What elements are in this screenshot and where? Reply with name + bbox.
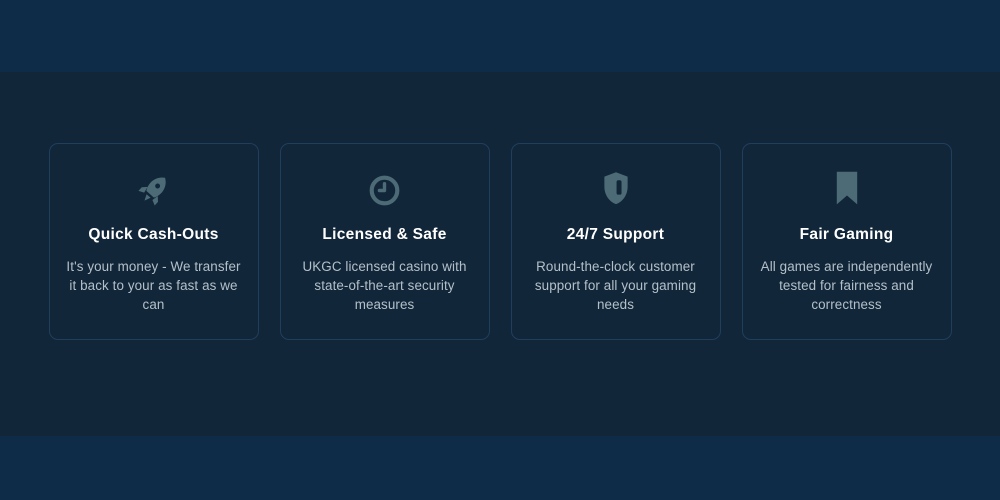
card-title: 24/7 Support bbox=[524, 226, 708, 244]
clock-icon bbox=[293, 170, 477, 210]
top-banner bbox=[0, 0, 1000, 72]
feature-card-quick-cash-outs: Quick Cash-Outs It's your money - We tra… bbox=[49, 143, 259, 340]
feature-card-fair-gaming: Fair Gaming All games are independently … bbox=[742, 143, 952, 340]
page: Quick Cash-Outs It's your money - We tra… bbox=[0, 0, 1000, 500]
bottom-banner bbox=[0, 436, 1000, 500]
feature-card-support: 24/7 Support Round-the-clock customer su… bbox=[511, 143, 721, 340]
shield-icon bbox=[524, 170, 708, 210]
features-section: Quick Cash-Outs It's your money - We tra… bbox=[0, 72, 1000, 436]
card-title: Licensed & Safe bbox=[293, 226, 477, 244]
card-description: Round-the-clock customer support for all… bbox=[524, 257, 708, 314]
rocket-icon bbox=[62, 170, 246, 210]
card-description: UKGC licensed casino with state-of-the-a… bbox=[293, 257, 477, 314]
card-title: Quick Cash-Outs bbox=[62, 226, 246, 244]
card-description: All games are independently tested for f… bbox=[755, 257, 939, 314]
card-title: Fair Gaming bbox=[755, 226, 939, 244]
card-description: It's your money - We transfer it back to… bbox=[62, 257, 246, 314]
bookmark-icon bbox=[755, 170, 939, 210]
feature-card-licensed-safe: Licensed & Safe UKGC licensed casino wit… bbox=[280, 143, 490, 340]
